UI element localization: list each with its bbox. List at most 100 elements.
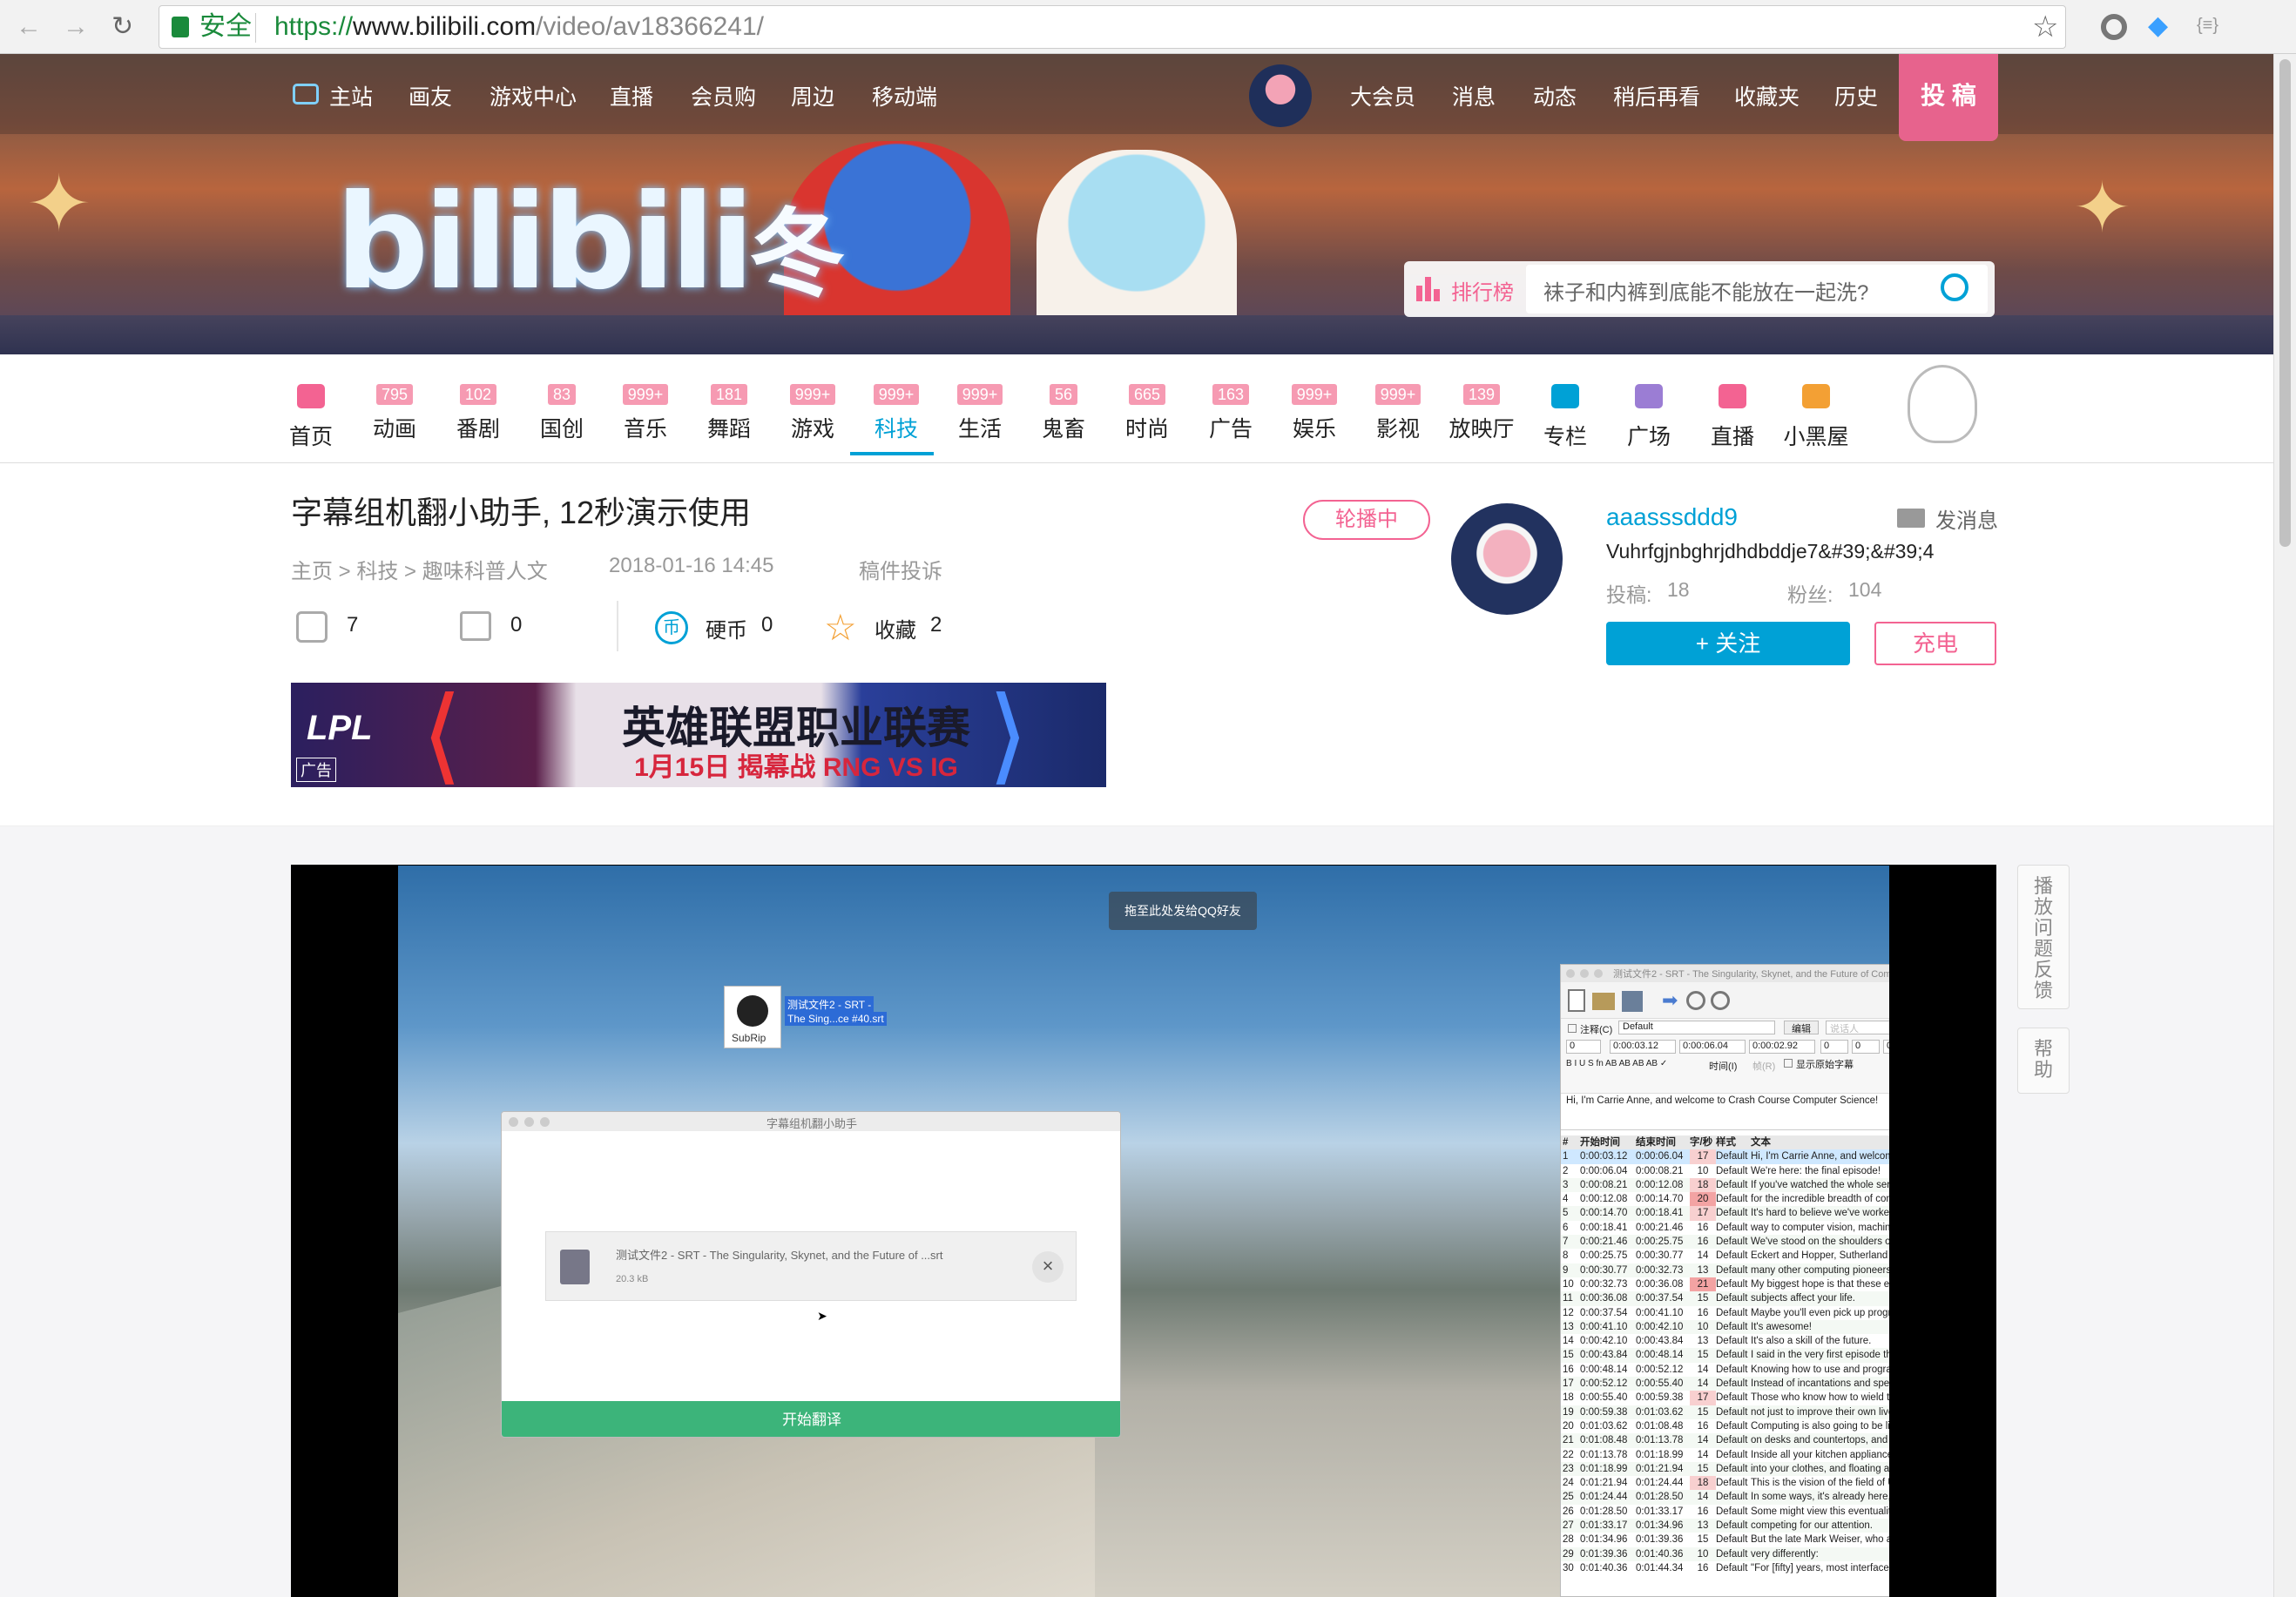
subtitle-row[interactable]: 8 0:00:25.75 0:00:30.77 14 Default Eckert and… <box>1561 1249 1889 1263</box>
subtitle-row[interactable]: 1 0:00:03.12 0:00:06.04 17 Default Hi, I'm Ca… <box>1561 1149 1889 1164</box>
category-item-7[interactable]: 999+ 科技 <box>857 384 935 443</box>
subtitle-row[interactable]: 24 0:01:21.94 0:01:24.44 18 Default This is t… <box>1561 1476 1889 1491</box>
subtitle-row[interactable]: 17 0:00:52.12 0:00:55.40 14 Default Instead o… <box>1561 1377 1889 1391</box>
start-translate-button[interactable]: 开始翻译 <box>502 1401 1120 1437</box>
follow-button[interactable]: + 关注 <box>1606 622 1850 665</box>
subtitle-text-editor[interactable]: Hi, I'm Carrie Anne, and welcome to Cras… <box>1561 1094 1889 1130</box>
topnav-item-merch[interactable]: 周边 <box>791 80 834 111</box>
breadcrumb-home[interactable]: 主页 <box>291 560 333 583</box>
style-select[interactable]: Default <box>1618 1021 1775 1034</box>
help-button[interactable]: 帮助 <box>2017 1028 2070 1094</box>
live-rotation-tag[interactable]: 轮播中 <box>1303 500 1430 540</box>
search-icon[interactable] <box>1941 273 1968 301</box>
zoom-out-icon[interactable] <box>1711 991 1730 1010</box>
reload-icon[interactable]: ↻ <box>111 12 133 42</box>
subtitle-row[interactable]: 18 0:00:55.40 0:00:59.38 17 Default Those who… <box>1561 1391 1889 1405</box>
topnav-item-watch-later[interactable]: 稍后再看 <box>1613 80 1700 111</box>
category-item-3[interactable]: 83 国创 <box>523 384 601 443</box>
category-item-2[interactable]: 102 番剧 <box>439 384 517 443</box>
uploader-name[interactable]: aaasssddd9 <box>1606 503 1738 531</box>
subtitle-row[interactable]: 23 0:01:18.99 0:01:21.94 15 Default into your… <box>1561 1461 1889 1477</box>
user-avatar[interactable] <box>1249 64 1312 127</box>
margin-vertical-field[interactable]: 0 <box>1883 1040 1889 1054</box>
margin-right-field[interactable]: 0 <box>1852 1040 1880 1054</box>
topnav-item-favorites[interactable]: 收藏夹 <box>1734 80 1800 111</box>
subtitle-row[interactable]: 4 0:00:12.08 0:00:14.70 20 Default for the in… <box>1561 1192 1889 1207</box>
actor-field[interactable]: 说话人 <box>1826 1021 1889 1034</box>
topnav-item-huayou[interactable]: 画友 <box>409 80 452 111</box>
open-folder-icon[interactable] <box>1592 993 1615 1010</box>
category-item-11[interactable]: 163 广告 <box>1192 384 1270 443</box>
topnav-item-live[interactable]: 直播 <box>610 80 653 111</box>
topnav-item-vip[interactable]: 大会员 <box>1350 80 1415 111</box>
subtitle-row[interactable]: 2 0:00:06.04 0:00:08.21 10 Default We're here… <box>1561 1163 1889 1178</box>
mail-icon[interactable] <box>1897 509 1925 528</box>
category-item-15[interactable]: 专栏 <box>1526 384 1604 451</box>
uploader-avatar[interactable] <box>1451 503 1563 615</box>
forward-icon[interactable]: → <box>63 12 89 42</box>
extension-circle-icon[interactable] <box>2101 14 2127 40</box>
comment-checkbox[interactable] <box>1568 1024 1577 1033</box>
start-time-field[interactable]: 0:00:03.12 <box>1610 1040 1676 1054</box>
subtitle-row[interactable]: 16 0:00:48.14 0:00:52.12 14 Default Knowing h… <box>1561 1362 1889 1378</box>
subtitle-row[interactable]: 15 0:00:43.84 0:00:48.14 15 Default I said in… <box>1561 1348 1889 1363</box>
breadcrumb-tech[interactable]: 科技 <box>356 560 398 583</box>
show-original-checkbox[interactable] <box>1784 1059 1793 1068</box>
category-item-10[interactable]: 665 时尚 <box>1108 384 1186 443</box>
subtitle-row[interactable]: 11 0:00:36.08 0:00:37.54 15 Default subjects … <box>1561 1291 1889 1306</box>
subtitle-row[interactable]: 10 0:00:32.73 0:00:36.08 21 Default My bigges… <box>1561 1277 1889 1292</box>
subtitle-row[interactable]: 7 0:00:21.46 0:00:25.75 16 Default We've stoo… <box>1561 1235 1889 1250</box>
remove-file-icon[interactable]: × <box>1032 1251 1064 1283</box>
end-time-field[interactable]: 0:00:06.04 <box>1679 1040 1746 1054</box>
report-link[interactable]: 稿件投诉 <box>859 554 942 584</box>
topnav-item-messages[interactable]: 消息 <box>1452 80 1496 111</box>
close-dot-icon[interactable] <box>1566 969 1575 978</box>
jump-arrow-icon[interactable]: ➡ <box>1662 989 1678 1012</box>
minimize-dot-icon[interactable] <box>1580 969 1589 978</box>
subtitle-row[interactable]: 29 0:01:39.36 0:01:40.36 10 Default very diff… <box>1561 1546 1889 1561</box>
topnav-item-main[interactable]: 主站 <box>329 80 373 111</box>
scrollbar[interactable] <box>2273 54 2296 1597</box>
coin-label[interactable]: 硬币 <box>706 613 747 644</box>
subtitle-row[interactable]: 19 0:00:59.38 0:01:03.62 15 Default not just … <box>1561 1405 1889 1419</box>
category-item-14[interactable]: 139 放映厅 <box>1442 384 1521 443</box>
category-item-16[interactable]: 广场 <box>1610 384 1688 451</box>
category-item-0[interactable]: 首页 <box>272 384 350 451</box>
frame-option[interactable]: 帧(R) <box>1752 1059 1775 1073</box>
address-bar[interactable]: 安全 https://www.bilibili.com/video/av1836… <box>159 5 2066 49</box>
subtitle-row[interactable]: 3 0:00:08.21 0:00:12.08 18 Default If you've … <box>1561 1177 1889 1193</box>
subrip-file-icon[interactable]: SubRip <box>724 986 781 1048</box>
subtitle-row[interactable]: 12 0:00:37.54 0:00:41.10 16 Default Maybe you… <box>1561 1305 1889 1320</box>
new-file-icon[interactable] <box>1568 989 1585 1012</box>
favorite-label[interactable]: 收藏 <box>875 613 916 644</box>
favorite-star-icon[interactable]: ☆ <box>824 606 857 649</box>
bookmark-star-icon[interactable]: ☆ <box>2032 6 2058 48</box>
send-message-link[interactable]: 发消息 <box>1935 503 1998 534</box>
save-icon[interactable] <box>1622 991 1643 1012</box>
category-item-17[interactable]: 直播 <box>1693 384 1772 451</box>
charge-button[interactable]: 充电 <box>1874 622 1996 665</box>
breadcrumb-subcategory[interactable]: 趣味科普人文 <box>422 560 548 583</box>
contribute-button[interactable]: 投 稿 <box>1899 54 1998 141</box>
category-item-1[interactable]: 795 动画 <box>355 384 434 443</box>
topnav-item-game-center[interactable]: 游戏中心 <box>490 80 577 111</box>
scrollbar-thumb[interactable] <box>2279 59 2291 547</box>
video-player[interactable]: 拖至此处发给QQ好友 SubRip 测试文件2 - SRT - The Sing… <box>291 865 1996 1597</box>
format-buttons[interactable]: B I U S fn AB AB AB AB ✓ <box>1566 1059 1667 1068</box>
zoom-in-icon[interactable] <box>1686 991 1705 1010</box>
edit-style-button[interactable]: 编辑 <box>1784 1021 1819 1034</box>
subtitle-row[interactable]: 28 0:01:34.96 0:01:39.36 15 Default But the l… <box>1561 1533 1889 1547</box>
category-item-9[interactable]: 56 鬼畜 <box>1024 384 1103 443</box>
ad-banner[interactable]: LPL ⟨ 英雄联盟职业联赛 1月15日 揭幕战 RNG VS IG ⟩ 广告 <box>291 683 1106 787</box>
category-item-6[interactable]: 999+ 游戏 <box>773 384 852 443</box>
subtitle-row[interactable]: 14 0:00:42.10 0:00:43.84 13 Default It's also… <box>1561 1334 1889 1349</box>
bilibili-logo[interactable]: bilibili冬 <box>335 167 845 319</box>
subtitle-row[interactable]: 22 0:01:13.78 0:01:18.99 14 Default Inside al… <box>1561 1447 1889 1462</box>
topnav-item-dynamics[interactable]: 动态 <box>1533 80 1577 111</box>
subtitle-row[interactable]: 21 0:01:08.48 0:01:13.78 14 Default on desks … <box>1561 1433 1889 1448</box>
category-item-12[interactable]: 999+ 娱乐 <box>1275 384 1354 443</box>
subtitle-row[interactable]: 25 0:01:24.44 0:01:28.50 14 Default In some w… <box>1561 1490 1889 1505</box>
topnav-item-shop[interactable]: 会员购 <box>691 80 756 111</box>
back-icon[interactable]: ← <box>16 12 42 42</box>
category-item-13[interactable]: 999+ 影视 <box>1359 384 1437 443</box>
